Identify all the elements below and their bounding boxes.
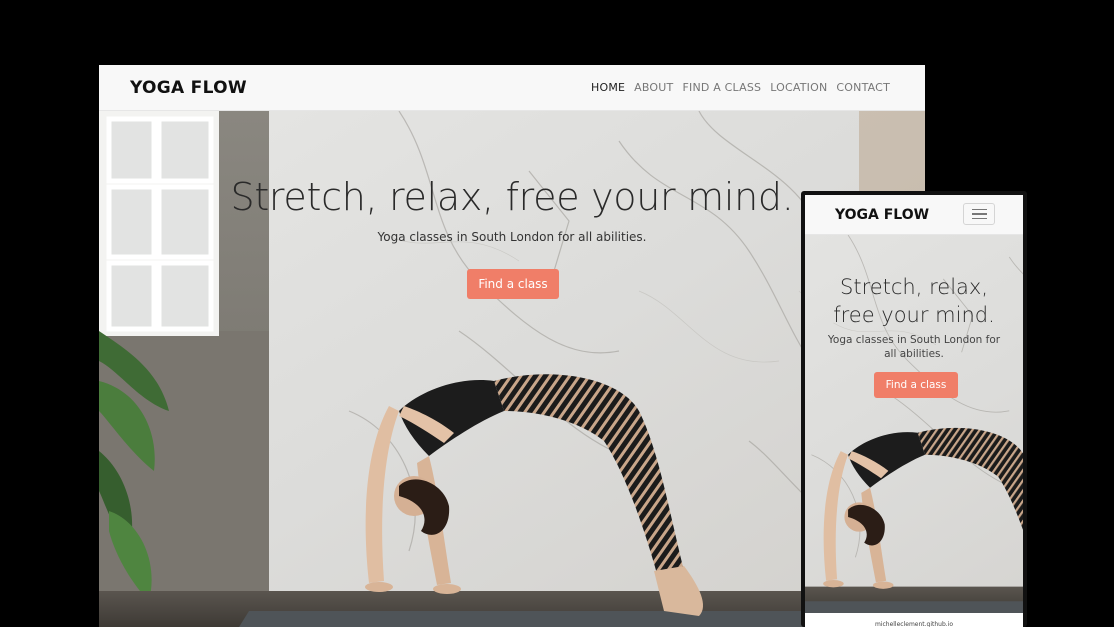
mobile-headline-line-2: free your mind. (833, 303, 995, 327)
mobile-screen: YOGA FLOW Stretch, relax, free your mind… (805, 195, 1023, 627)
mobile-navbar: YOGA FLOW (805, 195, 1023, 235)
nav-item-home[interactable]: HOME (591, 81, 625, 94)
nav-item-about[interactable]: ABOUT (634, 81, 673, 94)
mobile-brand-logo[interactable]: YOGA FLOW (835, 207, 929, 223)
mobile-hero-subtitle: Yoga classes in South London for all abi… (827, 334, 1001, 360)
desktop-navbar: YOGA FLOW HOME ABOUT FIND A CLASS LOCATI… (99, 65, 925, 111)
mobile-mockup: YOGA FLOW Stretch, relax, free your mind… (801, 191, 1027, 627)
hamburger-icon[interactable] (963, 203, 995, 225)
brand-logo[interactable]: YOGA FLOW (130, 78, 247, 98)
mobile-hero-section: Stretch, relax, free your mind. Yoga cla… (805, 235, 1023, 613)
nav-item-location[interactable]: LOCATION (770, 81, 827, 94)
nav-links: HOME ABOUT FIND A CLASS LOCATION CONTACT (591, 81, 890, 94)
find-a-class-button[interactable]: Find a class (467, 269, 559, 299)
mobile-headline-line-1: Stretch, relax, (840, 275, 988, 299)
nav-item-find-a-class[interactable]: FIND A CLASS (682, 81, 761, 94)
nav-item-contact[interactable]: CONTACT (836, 81, 890, 94)
mobile-hero-headline: Stretch, relax, free your mind. (805, 273, 1023, 329)
mobile-find-a-class-button[interactable]: Find a class (874, 372, 958, 398)
mobile-footer-url[interactable]: michelleclement.github.io (805, 613, 1023, 627)
